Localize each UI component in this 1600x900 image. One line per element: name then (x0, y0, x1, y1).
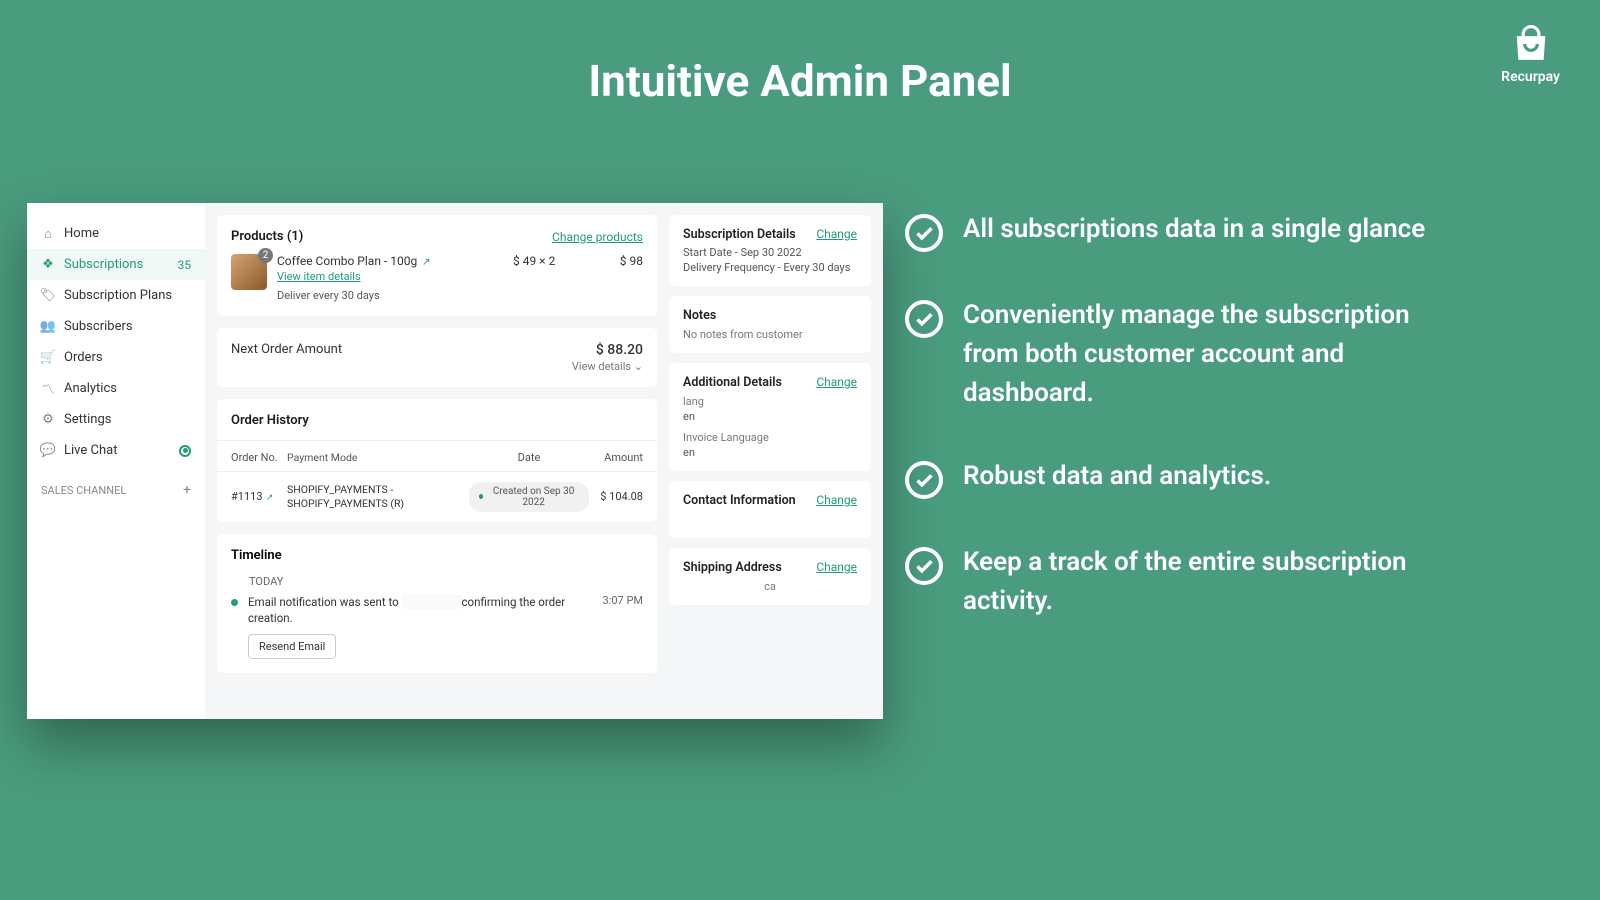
notes-text: No notes from customer (683, 328, 857, 341)
change-products-link[interactable]: Change products (552, 230, 643, 244)
check-circle-icon (905, 547, 943, 585)
timeline-title: Timeline (231, 548, 643, 563)
timeline-today-label: TODAY (249, 575, 643, 588)
products-title: Products (1) (231, 229, 303, 244)
nav-live-chat[interactable]: 💬Live Chat (27, 435, 205, 466)
contact-info-card: Contact Information Change (669, 481, 871, 538)
change-subscription-link[interactable]: Change (816, 227, 857, 241)
external-link-icon: ↗ (264, 493, 274, 503)
shopping-bag-icon (1512, 25, 1550, 63)
shipping-address-card: Shipping Address Change ca (669, 548, 871, 605)
nav-analytics[interactable]: 〽Analytics (27, 373, 205, 404)
check-circle-icon (905, 214, 943, 252)
feature-item: All subscriptions data in a single glanc… (905, 210, 1465, 252)
change-shipping-link[interactable]: Change (816, 560, 857, 574)
subscription-details-card: Subscription Details Change Start Date -… (669, 215, 871, 286)
order-amount: $ 104.08 (589, 490, 643, 503)
nav-home[interactable]: ⌂Home (27, 218, 205, 249)
product-image: 2 (231, 254, 267, 290)
nav-subscriptions[interactable]: ❖Subscriptions35 (27, 249, 205, 280)
product-line-total: $ 98 (593, 254, 643, 268)
delivery-frequency-detail: Delivery Frequency - Every 30 days (683, 261, 857, 274)
brand-logo: Recurpay (1501, 25, 1560, 85)
feature-item: Robust data and analytics. (905, 457, 1465, 499)
products-card: Products (1) Change products 2 Coffee Co… (217, 215, 657, 316)
order-history-header: Order No. Payment Mode Date Amount (217, 440, 657, 471)
product-count-badge: 2 (258, 248, 273, 263)
delivery-frequency: Deliver every 30 days (277, 289, 503, 302)
timeline-event: Email notification was sent to confirmin… (248, 594, 593, 659)
sales-channel-section: SALES CHANNEL+ (27, 466, 205, 498)
users-icon: 👥 (41, 320, 55, 334)
add-channel-icon[interactable]: + (183, 482, 191, 498)
order-history-card: Order History Order No. Payment Mode Dat… (217, 399, 657, 522)
layers-icon: ❖ (41, 258, 55, 272)
next-order-amount: $ 88.20 (572, 342, 643, 358)
feature-item: Keep a track of the entire subscription … (905, 543, 1465, 621)
external-link-icon: ↗ (422, 257, 430, 268)
main-content: Products (1) Change products 2 Coffee Co… (205, 203, 883, 719)
app-window: ⌂Home ❖Subscriptions35 🏷Subscription Pla… (27, 203, 883, 719)
additional-details-card: Additional Details Change lang en Invoic… (669, 363, 871, 471)
next-order-label: Next Order Amount (231, 342, 342, 357)
timeline-dot-icon (231, 599, 238, 606)
order-row[interactable]: #1113 ↗ SHOPIFY_PAYMENTS - SHOPIFY_PAYME… (217, 471, 657, 522)
change-additional-link[interactable]: Change (816, 375, 857, 389)
cart-icon: 🛒 (41, 351, 55, 365)
feature-list: All subscriptions data in a single glanc… (905, 210, 1465, 621)
nav-subscribers[interactable]: 👥Subscribers (27, 311, 205, 342)
sidebar: ⌂Home ❖Subscriptions35 🏷Subscription Pla… (27, 203, 205, 719)
chart-icon: 〽 (41, 382, 55, 396)
gear-icon: ⚙ (41, 413, 55, 427)
order-history-title: Order History (231, 413, 643, 428)
nav-subscription-plans[interactable]: 🏷Subscription Plans (27, 280, 205, 311)
chat-icon: 💬 (41, 444, 55, 458)
resend-email-button[interactable]: Resend Email (248, 634, 336, 659)
home-icon: ⌂ (41, 227, 55, 241)
subscriptions-count-badge: 35 (178, 258, 192, 272)
timeline-event-time: 3:07 PM (603, 594, 643, 607)
order-date-pill: Created on Sep 30 2022 (469, 482, 589, 512)
nav-orders[interactable]: 🛒Orders (27, 342, 205, 373)
feature-item: Conveniently manage the subscription fro… (905, 296, 1465, 413)
tag-icon: 🏷 (41, 289, 55, 303)
payment-mode: SHOPIFY_PAYMENTS - SHOPIFY_PAYMENTS (R) (287, 483, 469, 510)
next-order-card: Next Order Amount $ 88.20 View details ⌄ (217, 328, 657, 387)
check-circle-icon (905, 461, 943, 499)
chat-status-dot (179, 445, 191, 457)
notes-card: Notes No notes from customer (669, 296, 871, 353)
order-number[interactable]: #1113 ↗ (231, 490, 287, 503)
timeline-card: Timeline TODAY Email notification was se… (217, 534, 657, 673)
check-circle-icon (905, 300, 943, 338)
view-item-details-link[interactable]: View item details (277, 270, 503, 283)
product-name[interactable]: Coffee Combo Plan - 100g ↗ (277, 254, 503, 268)
nav-settings[interactable]: ⚙Settings (27, 404, 205, 435)
hero-title: Intuitive Admin Panel (0, 0, 1600, 107)
view-details-link[interactable]: View details ⌄ (572, 360, 643, 373)
change-contact-link[interactable]: Change (816, 493, 857, 507)
start-date: Start Date - Sep 30 2022 (683, 246, 857, 259)
product-unit-price: $ 49 × 2 (513, 254, 583, 268)
